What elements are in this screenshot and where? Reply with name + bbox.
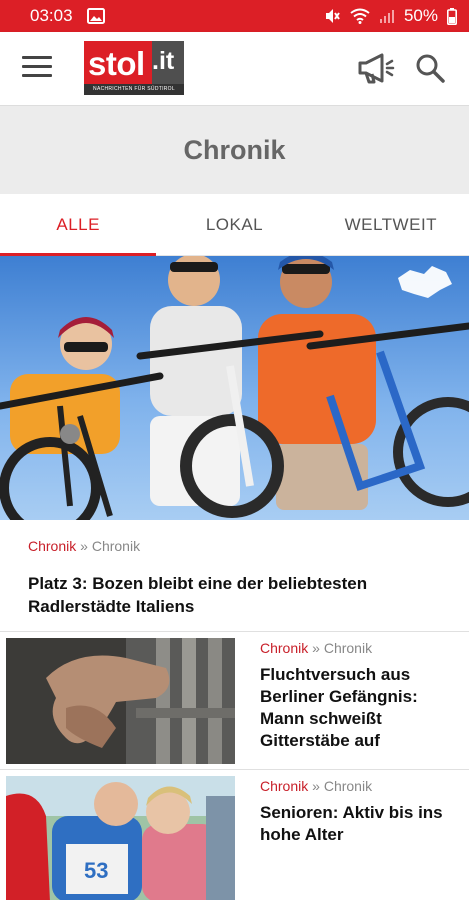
article-title[interactable]: Fluchtversuch aus Berliner Gefängnis: Ma… xyxy=(260,664,465,752)
article-thumbnail[interactable] xyxy=(6,638,235,764)
subcategory-label: Chronik xyxy=(323,640,373,656)
category-tabs: ALLE LOKAL WELTWEIT xyxy=(0,194,469,256)
article-meta: Chronik » Chronik xyxy=(260,778,372,794)
megaphone-icon[interactable] xyxy=(356,50,396,86)
article-meta: Chronik » Chronik xyxy=(260,640,372,656)
category-link[interactable]: Chronik xyxy=(28,538,76,554)
breadcrumb-separator: » xyxy=(312,640,320,656)
status-bar: 03:03 50% xyxy=(0,0,469,32)
lead-article-image[interactable] xyxy=(0,256,469,520)
battery-percent: 50% xyxy=(403,6,438,25)
signal-icon xyxy=(379,10,394,23)
lead-article[interactable]: Chronik » Chronik Platz 3: Bozen bleibt … xyxy=(0,520,469,632)
menu-icon[interactable] xyxy=(22,56,52,80)
logo-tagline: NACHRICHTEN FÜR SÜDTIROL xyxy=(84,84,184,95)
subcategory-label: Chronik xyxy=(323,778,373,794)
section-header: Chronik xyxy=(0,106,469,194)
logo-text: stol xyxy=(88,45,145,82)
gallery-notification-icon xyxy=(86,8,105,24)
article-title[interactable]: Senioren: Aktiv bis ins hohe Alter xyxy=(260,802,465,846)
prison-bars-photo xyxy=(6,638,235,764)
svg-text:53: 53 xyxy=(84,858,108,883)
category-link[interactable]: Chronik xyxy=(260,778,308,794)
app-bar: stol .it NACHRICHTEN FÜR SÜDTIROL xyxy=(0,32,469,106)
mute-icon xyxy=(325,9,340,23)
battery-icon xyxy=(447,7,457,25)
logo-suffix: .it xyxy=(152,47,175,75)
list-item[interactable]: Chronik » Chronik Fluchtversuch aus Berl… xyxy=(0,632,469,768)
breadcrumb-separator: » xyxy=(312,778,320,794)
article-title[interactable]: Platz 3: Bozen bleibt eine der beliebtes… xyxy=(28,572,448,618)
section-title: Chronik xyxy=(183,134,286,165)
stol-logo[interactable]: stol .it NACHRICHTEN FÜR SÜDTIROL xyxy=(84,41,184,95)
category-link[interactable]: Chronik xyxy=(260,640,308,656)
wifi-icon xyxy=(350,8,370,24)
article-thumbnail[interactable]: 53 xyxy=(6,776,235,900)
status-time: 03:03 xyxy=(30,6,73,25)
tab-weltweit[interactable]: WELTWEIT xyxy=(313,194,469,255)
breadcrumb-separator: » xyxy=(80,538,88,554)
tab-lokal[interactable]: LOKAL xyxy=(156,194,312,255)
article-meta: Chronik » Chronik xyxy=(28,538,140,554)
cyclists-photo xyxy=(0,256,469,520)
search-icon[interactable] xyxy=(414,52,446,84)
tab-alle[interactable]: ALLE xyxy=(0,194,157,256)
subcategory-label: Chronik xyxy=(91,538,141,554)
list-item[interactable]: 53 Chronik » Chronik Senioren: Aktiv bis… xyxy=(0,770,469,900)
seniors-photo: 53 xyxy=(6,776,235,900)
